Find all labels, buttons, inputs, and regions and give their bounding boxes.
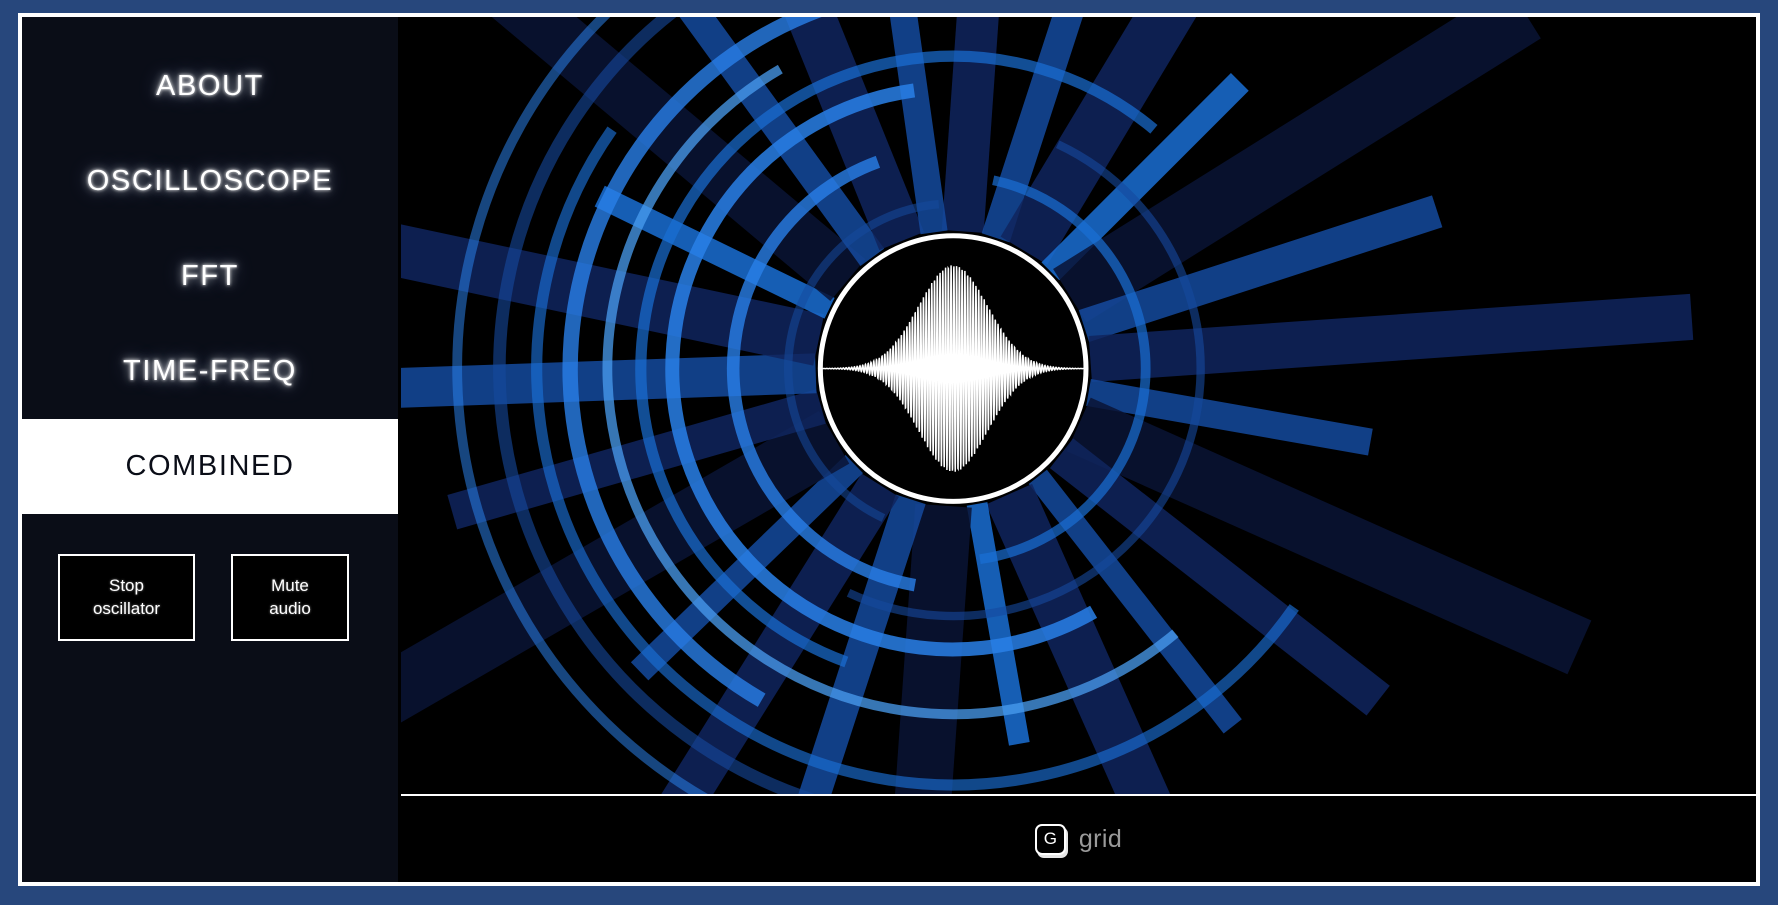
sidebar-item-label: TIME-FREQ (123, 355, 297, 387)
sidebar-item-about[interactable]: ABOUT (22, 39, 398, 134)
sidebar-item-label: COMBINED (125, 450, 295, 482)
mute-audio-button[interactable]: Mute audio (231, 554, 349, 641)
stop-oscillator-label-line2: oscillator (92, 598, 161, 618)
main-panel: G grid (398, 17, 1756, 882)
g-key-icon[interactable]: G (1034, 823, 1066, 855)
app-root: ABOUT OSCILLOSCOPE FFT TIME-FREQ COMBINE… (0, 0, 1778, 905)
sidebar-item-label: OSCILLOSCOPE (86, 165, 334, 197)
polar-spectrogram-canvas (401, 17, 1756, 794)
mute-audio-label-line2: audio (269, 598, 311, 618)
sidebar: ABOUT OSCILLOSCOPE FFT TIME-FREQ COMBINE… (22, 17, 398, 882)
mute-audio-label-line1: Mute (271, 575, 309, 595)
app-window: ABOUT OSCILLOSCOPE FFT TIME-FREQ COMBINE… (18, 13, 1760, 886)
sidebar-item-label: ABOUT (156, 70, 264, 102)
sidebar-item-label: FFT (181, 260, 239, 292)
stop-oscillator-label-line1: Stop (109, 575, 144, 595)
sidebar-nav: ABOUT OSCILLOSCOPE FFT TIME-FREQ COMBINE… (22, 17, 398, 514)
keyboard-hint-bar: G grid (401, 796, 1756, 882)
sidebar-controls: Stop oscillator Mute audio (22, 514, 398, 641)
sidebar-item-fft[interactable]: FFT (22, 229, 398, 324)
sidebar-item-time-freq[interactable]: TIME-FREQ (22, 324, 398, 419)
stop-oscillator-button[interactable]: Stop oscillator (58, 554, 195, 641)
sidebar-item-oscilloscope[interactable]: OSCILLOSCOPE (22, 134, 398, 229)
grid-hint-label: grid (1078, 824, 1123, 853)
sidebar-item-combined[interactable]: COMBINED (22, 419, 398, 514)
combined-visualizer[interactable] (401, 17, 1756, 794)
